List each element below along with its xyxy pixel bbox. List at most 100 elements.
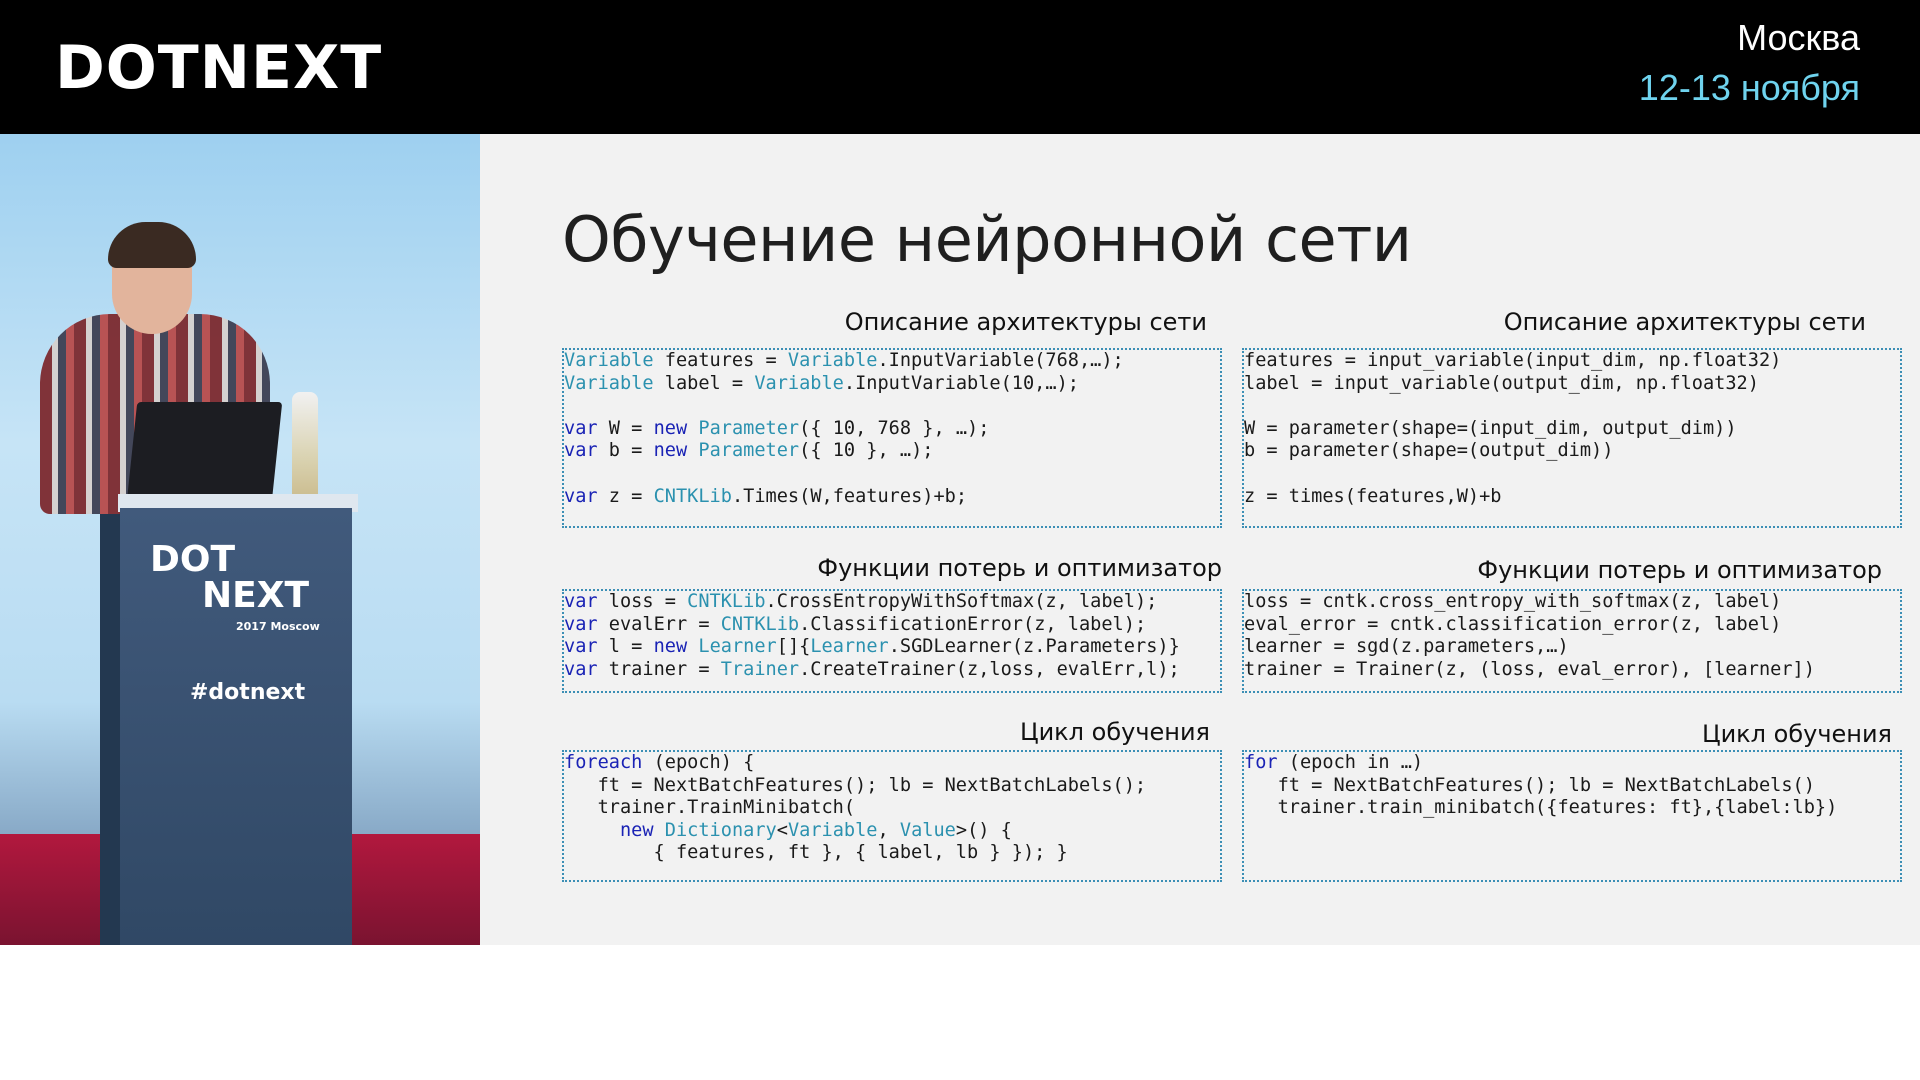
right-loss-code-box: loss = cntk.cross_entropy_with_softmax(z… [1242,589,1902,693]
code-type: Variable [787,819,878,841]
left-loop-code-line: foreach (epoch) { [564,752,1220,775]
code-text: { features, ft }, { label, lb } }); } [564,842,1068,864]
code-text: b = parameter(shape=(output_dim)) [1244,440,1614,462]
right-loop-code-line: ft = NextBatchFeatures(); lb = NextBatch… [1244,775,1900,798]
podium-logo-line2: NEXT [202,575,310,616]
code-type: Variable [564,372,654,394]
code-text: , [877,819,900,841]
right-loss-code-line: learner = sgd(z.parameters,…) [1244,636,1900,659]
code-type: Trainer [720,658,800,680]
code-text: .Times(W,features)+b; [731,485,968,507]
right-loss-code: loss = cntk.cross_entropy_with_softmax(z… [1244,591,1900,681]
code-text: trainer.train_minibatch({features: ft},{… [1244,797,1838,819]
event-dates: 12-13 ноября [1638,67,1860,108]
code-text: W = parameter(shape=(input_dim, output_d… [1244,417,1737,439]
code-text: ft = NextBatchFeatures(); lb = NextBatch… [1244,774,1815,796]
podium-logo-subtitle: 2017 Moscow [236,620,320,633]
code-text: trainer = [597,658,721,680]
code-type: Dictionary [664,819,777,841]
code-keyword: foreach [564,752,643,773]
code-text: W = [597,417,654,439]
code-text: b = [597,440,654,462]
code-text: .CreateTrainer(z,loss, evalErr,l); [799,658,1180,680]
left-loss-code: var loss = CNTKLib.CrossEntropyWithSoftm… [564,591,1220,681]
podium-side [100,514,122,945]
code-text: >() { [955,819,1012,841]
top-banner: DOTNEXT Москва 12-13 ноября [0,0,1920,134]
code-text: loss = cntk.cross_entropy_with_softmax(z… [1244,591,1782,612]
slide-title: Обучение нейронной сети [562,203,1412,276]
code-type: Variable [787,350,878,371]
code-keyword: new [653,440,688,462]
speaker-hair [108,222,196,268]
code-text: z = [597,485,654,507]
right-arch-code-line: W = parameter(shape=(input_dim, output_d… [1244,418,1900,441]
left-arch-code-line [564,463,1220,486]
left-arch-code-line: var z = CNTKLib.Times(W,features)+b; [564,486,1220,509]
code-text: trainer = Trainer(z, (loss, eval_error),… [1244,658,1815,680]
right-arch-code-box: features = input_variable(input_dim, np.… [1242,348,1902,528]
code-keyword: var [564,591,598,612]
code-keyword: new [619,819,654,841]
code-text: .InputVariable(768,…); [877,350,1124,371]
code-text: features = input_variable(input_dim, np.… [1244,350,1782,371]
code-text: z = times(features,W)+b [1244,485,1502,507]
code-text: loss = [597,591,688,612]
code-text: < [776,819,788,841]
left-arch-code-line: var b = new Parameter({ 10 }, …); [564,440,1220,463]
left-arch-code-box: Variable features = Variable.InputVariab… [562,348,1222,528]
code-keyword: for [1244,752,1278,773]
code-keyword: new [653,636,688,658]
right-arch-code-line: label = input_variable(output_dim, np.fl… [1244,373,1900,396]
code-text: (epoch) { [642,752,755,773]
code-type: Learner [810,636,889,658]
right-arch-label: Описание архитектуры сети [1503,308,1866,336]
code-text: label = [653,372,755,394]
code-text: []{ [776,636,811,658]
event-city: Москва [1737,17,1860,58]
right-loop-code: for (epoch in …) ft = NextBatchFeatures(… [1244,752,1900,820]
left-loss-label: Функции потерь и оптимизатор [817,554,1222,582]
left-loop-code: foreach (epoch) { ft = NextBatchFeatures… [564,752,1220,865]
code-keyword: var [564,485,598,507]
left-arch-label: Описание архитектуры сети [844,308,1207,336]
code-text: l = [597,636,654,658]
code-text: label = input_variable(output_dim, np.fl… [1244,372,1759,394]
code-keyword: var [564,440,598,462]
laptop [126,402,283,502]
code-text: .ClassificationError(z, label); [799,613,1147,635]
right-arch-code-line [1244,395,1900,418]
code-text: ({ 10, 768 }, …); [799,417,990,439]
left-loss-code-line: var evalErr = CNTKLib.ClassificationErro… [564,614,1220,637]
code-type: CNTKLib [720,613,800,635]
code-type: Variable [754,372,844,394]
code-text: .SGDLearner(z.Parameters)} [888,636,1180,658]
left-arch-code-line [564,395,1220,418]
code-keyword: var [564,636,598,658]
right-arch-code-line: b = parameter(shape=(output_dim)) [1244,440,1900,463]
code-type: Variable [564,350,654,371]
code-text: trainer.TrainMinibatch( [564,797,856,819]
code-keyword: new [653,417,688,439]
presentation-slide: Обучение нейронной сети Описание архитек… [480,134,1920,945]
right-loop-code-line: for (epoch in …) [1244,752,1900,775]
code-type: Parameter [698,417,800,439]
left-loop-code-line: trainer.TrainMinibatch( [564,797,1220,820]
right-arch-code-line [1244,463,1900,486]
right-loop-label: Цикл обучения [1701,720,1892,748]
code-type: Value [899,819,956,841]
code-text: eval_error = cntk.classification_error(z… [1244,613,1782,635]
code-text: (epoch in …) [1277,752,1424,773]
podium-logo-line1: DOT [150,539,236,580]
left-arch-code-line: Variable label = Variable.InputVariable(… [564,373,1220,396]
left-loop-code-line: new Dictionary<Variable, Value>() { [564,820,1220,843]
left-arch-code-line: Variable features = Variable.InputVariab… [564,350,1220,373]
code-text: learner = sgd(z.parameters,…) [1244,636,1569,658]
right-loss-code-line: eval_error = cntk.classification_error(z… [1244,614,1900,637]
left-loss-code-line: var trainer = Trainer.CreateTrainer(z,lo… [564,659,1220,682]
podium-hashtag: #dotnext [190,680,306,705]
code-keyword: var [564,417,598,439]
